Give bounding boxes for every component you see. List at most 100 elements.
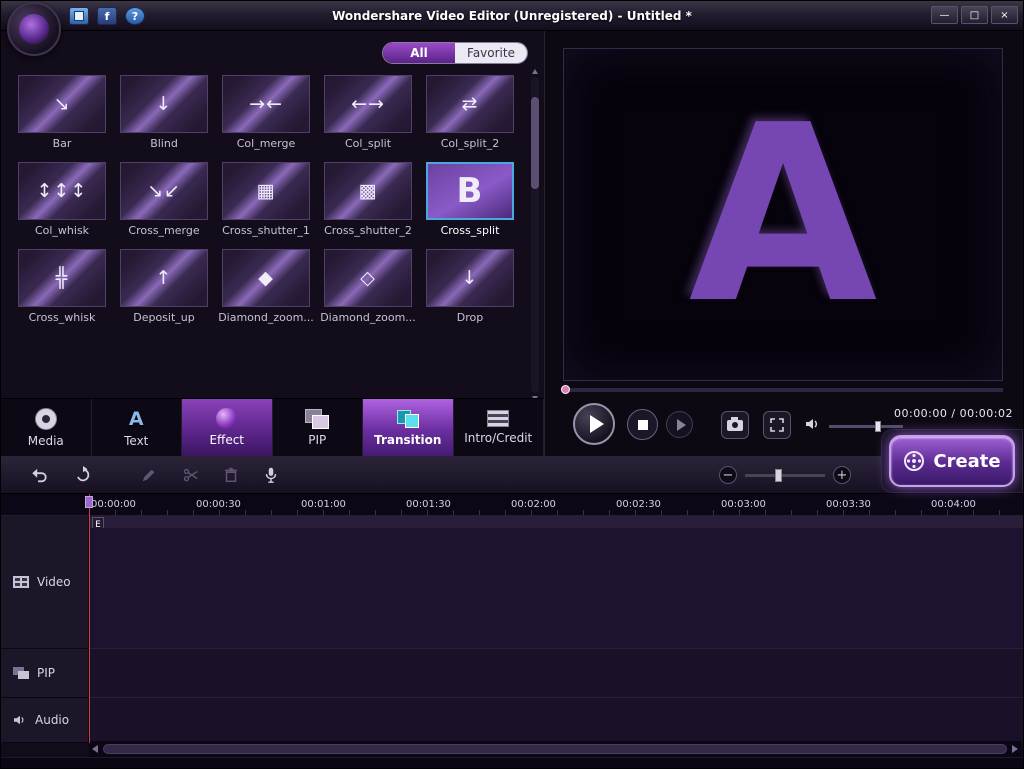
transition-item-col-whisk[interactable]: ↕↕↕ Col_whisk (11, 162, 113, 237)
transition-glyph: ↘↙ (147, 180, 181, 202)
tab-transition[interactable]: Transition (363, 399, 454, 456)
transition-glyph: ▩ (358, 180, 378, 202)
transition-thumb: ↓ (120, 75, 208, 133)
transition-item-cross-shutter-2[interactable]: ▩ Cross_shutter_2 (317, 162, 419, 237)
time-display: 00:00:00 / 00:00:02 (893, 407, 1013, 420)
transition-thumb: ↘ (18, 75, 106, 133)
tab-all[interactable]: All (383, 43, 455, 63)
tab-text[interactable]: A Text (92, 399, 182, 456)
marker-lane[interactable]: E (89, 516, 1023, 532)
video-track-lane[interactable] (89, 528, 1023, 649)
scroll-up-icon[interactable] (532, 69, 538, 74)
ruler-tick-label: 00:02:00 (511, 499, 556, 510)
video-preview[interactable]: A (563, 48, 1003, 381)
transition-label: Col_split_2 (440, 137, 500, 150)
transition-item-blind[interactable]: ↓ Blind (113, 75, 215, 150)
ruler-tick-label: 00:00:30 (196, 499, 241, 510)
scroll-left-icon[interactable] (92, 745, 98, 753)
ruler-tick-label: 00:03:00 (721, 499, 766, 510)
transition-item-col-split[interactable]: ←→ Col_split (317, 75, 419, 150)
audio-track-lane[interactable] (89, 698, 1023, 743)
ruler-tick-label: 00:04:00 (931, 499, 976, 510)
transition-label: Cross_shutter_1 (222, 224, 310, 237)
transition-item-diamond-zoom-2[interactable]: ◇ Diamond_zoom... (317, 249, 419, 324)
timeline: − + 00:00:00 00:00:30 00:01:00 00:01:30 … (1, 456, 1023, 768)
transition-glyph: ◆ (258, 267, 274, 289)
volume-knob[interactable] (875, 421, 881, 432)
tab-effect[interactable]: Effect (182, 399, 273, 456)
tab-label: Intro/Credit (464, 431, 533, 445)
snapshot-button[interactable] (721, 411, 749, 439)
scroll-right-icon[interactable] (1012, 745, 1018, 753)
transition-label: Col_whisk (34, 224, 90, 237)
volume-slider[interactable] (829, 421, 903, 432)
edit-button[interactable] (139, 465, 159, 485)
zoom-in-button[interactable]: + (833, 466, 851, 484)
pip-track-lane[interactable] (89, 649, 1023, 698)
ruler-minor-ticks (89, 510, 1023, 515)
transition-item-cross-whisk[interactable]: ╬ Cross_whisk (11, 249, 113, 324)
timeline-zoom-slider[interactable] (745, 469, 825, 482)
timeline-lanes[interactable]: E (89, 516, 1023, 743)
tab-favorite[interactable]: Favorite (455, 43, 527, 63)
transition-item-drop[interactable]: ↓ Drop (419, 249, 521, 324)
record-voiceover-mic-button[interactable] (261, 465, 281, 485)
create-button[interactable]: Create (889, 435, 1015, 487)
help-icon[interactable]: ? (125, 7, 145, 25)
zoom-out-button[interactable]: − (719, 466, 737, 484)
maximize-button[interactable]: □ (961, 6, 988, 24)
minimize-button[interactable]: — (931, 6, 958, 24)
transition-item-col-split-2[interactable]: ⇄ Col_split_2 (419, 75, 521, 150)
redo-button[interactable] (73, 465, 93, 485)
tab-pip[interactable]: PIP (273, 399, 363, 456)
seek-bar[interactable] (561, 385, 1003, 394)
transition-label: Cross_split (440, 224, 500, 237)
app-logo[interactable] (7, 2, 61, 56)
transition-item-cross-shutter-1[interactable]: ▦ Cross_shutter_1 (215, 162, 317, 237)
transition-item-deposit-up[interactable]: ↑ Deposit_up (113, 249, 215, 324)
transition-thumb: ←→ (324, 75, 412, 133)
transition-glyph: ↘ (53, 93, 71, 115)
hscrollbar-thumb[interactable] (103, 744, 1007, 754)
playhead-handle[interactable] (85, 496, 93, 508)
stop-button[interactable] (627, 409, 658, 440)
tab-intro-credit[interactable]: Intro/Credit (454, 399, 544, 456)
play-button[interactable] (573, 403, 615, 445)
volume-icon[interactable] (805, 417, 821, 431)
transition-item-cross-split-selected[interactable]: B Cross_split (419, 162, 521, 237)
facebook-icon[interactable]: f (97, 7, 117, 25)
split-scissors-button[interactable] (181, 465, 201, 485)
pip-track-header[interactable]: PIP (1, 649, 89, 698)
transition-item-diamond-zoom-1[interactable]: ◆ Diamond_zoom... (215, 249, 317, 324)
library-scrollbar[interactable] (531, 69, 539, 401)
audio-track-header[interactable]: Audio (1, 698, 89, 743)
undo-button[interactable] (29, 465, 49, 485)
tab-media[interactable]: Media (1, 399, 92, 456)
grid-row: ╬ Cross_whisk ↑ Deposit_up ◆ Diamond_zoo… (11, 249, 525, 324)
timeline-hscrollbar[interactable] (89, 741, 1021, 757)
transition-label: Cross_whisk (28, 311, 96, 324)
tab-label: Transition (374, 432, 442, 447)
pip-photos-icon (305, 408, 330, 429)
delete-trash-button[interactable] (221, 465, 241, 485)
video-track-header[interactable]: Video (1, 516, 89, 649)
transition-thumb: ⇄ (426, 75, 514, 133)
app-window: f ? Wondershare Video Editor (Unregister… (0, 0, 1024, 769)
transition-item-bar[interactable]: ↘ Bar (11, 75, 113, 150)
transition-glyph: ←→ (351, 93, 385, 115)
transition-thumb: ↓ (426, 249, 514, 307)
save-icon[interactable] (69, 7, 89, 25)
seek-handle[interactable] (561, 385, 570, 394)
playhead-line[interactable] (89, 494, 90, 743)
fullscreen-button[interactable] (763, 411, 791, 439)
tab-label: Text (124, 433, 149, 448)
transition-thumb-preview: B (426, 162, 514, 220)
track-label: Audio (35, 713, 70, 727)
close-button[interactable]: × (991, 6, 1018, 24)
scrollbar-thumb[interactable] (531, 97, 539, 189)
transition-item-col-merge[interactable]: →← Col_merge (215, 75, 317, 150)
timeline-ruler[interactable]: 00:00:00 00:00:30 00:01:00 00:01:30 00:0… (1, 494, 1023, 516)
zoom-knob[interactable] (775, 469, 782, 482)
transition-item-cross-merge[interactable]: ↘↙ Cross_merge (113, 162, 215, 237)
next-frame-button[interactable] (666, 411, 693, 438)
